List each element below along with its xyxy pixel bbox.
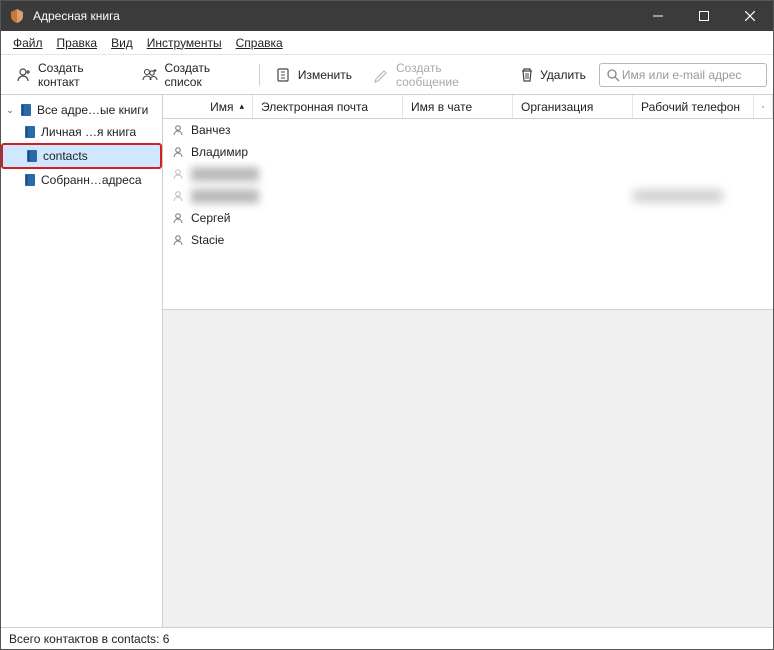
contact-name: Stacie — [191, 233, 224, 247]
column-picker-icon — [762, 101, 764, 113]
contact-row[interactable]: ████████ — [163, 163, 773, 185]
chevron-down-icon: ⌄ — [5, 105, 15, 115]
menubar: Файл Правка Вид Инструменты Справка — [1, 31, 773, 55]
new-list-icon — [142, 67, 158, 83]
preview-pane — [163, 309, 773, 627]
compose-icon — [374, 67, 390, 83]
col-name-label: Имя — [210, 100, 233, 114]
sort-asc-icon: ▴ — [239, 101, 244, 112]
titlebar: Адресная книга — [1, 1, 773, 31]
column-headers: Имя ▴ Электронная почта Имя в чате Орган… — [163, 95, 773, 119]
compose-button: Создать сообщение — [365, 55, 507, 95]
content-area: ⌄ Все адре…ые книги Личная …я книга cont… — [1, 95, 773, 627]
toolbar: Создать контакт Создать список Изменить … — [1, 55, 773, 95]
new-list-label: Создать список — [164, 61, 242, 89]
menu-help[interactable]: Справка — [230, 33, 289, 53]
contact-icon — [171, 167, 185, 181]
maximize-button[interactable] — [681, 1, 727, 31]
main-panel: Имя ▴ Электронная почта Имя в чате Орган… — [163, 95, 773, 627]
contact-icon — [171, 233, 185, 247]
contact-row[interactable]: Ванчез — [163, 119, 773, 141]
col-chat[interactable]: Имя в чате — [403, 95, 513, 118]
sidebar-item-contacts[interactable]: contacts — [1, 143, 162, 169]
addressbook-icon — [19, 103, 33, 117]
contact-name: Сергей — [191, 211, 231, 225]
col-org[interactable]: Организация — [513, 95, 633, 118]
close-button[interactable] — [727, 1, 773, 31]
addressbook-icon — [23, 125, 37, 139]
col-org-label: Организация — [521, 100, 593, 114]
addressbook-icon — [25, 149, 39, 163]
contact-name: ████████ — [191, 167, 259, 181]
contact-rows: Ванчез Владимир ████████ ████████ — [163, 119, 773, 309]
column-picker[interactable] — [753, 95, 773, 118]
contact-icon — [171, 123, 185, 137]
new-contact-icon — [16, 67, 32, 83]
tree-root-label: Все адре…ые книги — [37, 103, 148, 117]
sidebar-item-label: Собранн…адреса — [41, 173, 142, 187]
edit-label: Изменить — [298, 68, 352, 82]
search-box[interactable] — [599, 63, 767, 87]
new-list-button[interactable]: Создать список — [133, 55, 251, 95]
edit-icon — [276, 67, 292, 83]
menu-edit[interactable]: Правка — [51, 33, 104, 53]
col-chat-label: Имя в чате — [411, 100, 472, 114]
contact-name: ████████ — [191, 189, 259, 203]
sidebar: ⌄ Все адре…ые книги Личная …я книга cont… — [1, 95, 163, 627]
sidebar-item-label: contacts — [43, 149, 88, 163]
sidebar-item-collected[interactable]: Собранн…адреса — [1, 169, 162, 191]
sidebar-item-personal[interactable]: Личная …я книга — [1, 121, 162, 143]
tree-root[interactable]: ⌄ Все адре…ые книги — [1, 99, 162, 121]
window-title: Адресная книга — [33, 9, 635, 23]
contact-row[interactable]: Stacie — [163, 229, 773, 251]
contact-phone-blurred — [633, 190, 723, 202]
compose-label: Создать сообщение — [396, 61, 498, 89]
col-phone[interactable]: Рабочий телефон — [633, 95, 753, 118]
address-book-window: Адресная книга Файл Правка Вид Инструмен… — [0, 0, 774, 650]
col-phone-label: Рабочий телефон — [641, 100, 740, 114]
contact-icon — [171, 189, 185, 203]
menu-view[interactable]: Вид — [105, 33, 139, 53]
menu-tools[interactable]: Инструменты — [141, 33, 228, 53]
contact-row[interactable]: Владимир — [163, 141, 773, 163]
addressbook-icon — [23, 173, 37, 187]
search-input[interactable] — [620, 67, 760, 83]
statusbar: Всего контактов в contacts: 6 — [1, 627, 773, 649]
minimize-button[interactable] — [635, 1, 681, 31]
new-contact-button[interactable]: Создать контакт — [7, 55, 129, 95]
delete-icon — [520, 67, 534, 83]
col-email-label: Электронная почта — [261, 100, 368, 114]
contact-row[interactable]: Сергей — [163, 207, 773, 229]
contact-icon — [171, 145, 185, 159]
contact-name: Владимир — [191, 145, 248, 159]
contact-row[interactable]: ████████ — [163, 185, 773, 207]
sidebar-item-label: Личная …я книга — [41, 125, 136, 139]
search-icon — [606, 68, 620, 82]
status-text: Всего контактов в contacts: 6 — [9, 632, 169, 646]
toolbar-separator — [259, 64, 260, 86]
col-email[interactable]: Электронная почта — [253, 95, 403, 118]
menu-file[interactable]: Файл — [7, 33, 49, 53]
new-contact-label: Создать контакт — [38, 61, 120, 89]
delete-label: Удалить — [540, 68, 586, 82]
contact-icon — [171, 211, 185, 225]
app-icon — [9, 8, 25, 24]
edit-button[interactable]: Изменить — [267, 61, 361, 89]
col-name[interactable]: Имя ▴ — [163, 95, 253, 118]
contact-name: Ванчез — [191, 123, 230, 137]
delete-button[interactable]: Удалить — [511, 61, 595, 89]
